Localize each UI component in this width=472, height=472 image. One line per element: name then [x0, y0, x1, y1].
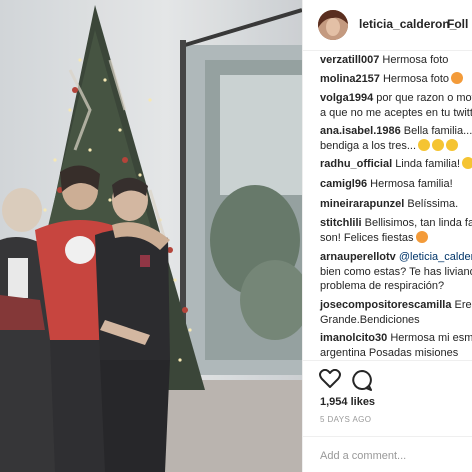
pensive-emoji-icon — [432, 138, 445, 151]
comment: verzatill007 Hermosa foto — [320, 53, 472, 68]
post-timestamp: 5 DAYS AGO — [320, 415, 372, 424]
follow-button[interactable]: Foll — [447, 17, 468, 31]
comment-text: Belíssima. — [407, 198, 459, 210]
kiss-emoji-icon — [415, 230, 428, 243]
comment-text: Linda familia! — [395, 158, 461, 170]
comment-text-continued: a que no me aceptes en tu twitt — [320, 106, 472, 119]
like-count[interactable]: 1,954 likes — [320, 396, 375, 408]
add-comment-field[interactable]: Add a comment... — [303, 436, 472, 472]
comment-text-continued: Grande.Bendiciones — [320, 313, 420, 326]
post-photo[interactable] — [0, 0, 302, 472]
comment-text-continued: bendiga a los tres... — [320, 139, 417, 152]
avatar[interactable] — [318, 10, 348, 40]
comment-text-continued: problema de respiración? — [320, 280, 445, 292]
comment-text: Hermosa mi esme — [390, 332, 472, 344]
avatar-image — [318, 10, 348, 40]
pensive-emoji-icon — [446, 138, 459, 151]
comment: camigl96 Hermosa familia! — [320, 177, 472, 192]
post-header: leticia_calderon_ Foll — [303, 0, 472, 51]
comment-icon[interactable] — [351, 369, 373, 391]
comment: ana.isabel.1986 Bella familia...di bendi… — [320, 124, 472, 153]
heart-outline-icon[interactable] — [319, 369, 341, 389]
comment-user[interactable]: verzatill007 — [320, 54, 379, 66]
pensive-emoji-icon — [418, 138, 431, 151]
comment-user[interactable]: volga1994 — [320, 92, 373, 104]
family-christmas-photo — [0, 0, 302, 472]
comment-text: Eres — [454, 299, 472, 311]
add-comment-placeholder: Add a comment... — [320, 450, 407, 462]
grin-emoji-icon — [462, 157, 472, 169]
heart-eyes-emoji-icon — [451, 72, 464, 84]
comment-text: Bellisimos, tan linda fam — [364, 217, 472, 229]
comment: radhu_official Linda familia! — [320, 157, 472, 172]
comment-user[interactable]: stitchlili — [320, 217, 362, 229]
comment-text: Hermosa foto — [382, 73, 450, 85]
comment-text-continued: bien como estas? Te has liviano — [320, 265, 472, 278]
username[interactable]: leticia_calderon_ — [359, 17, 456, 31]
comment-text: Hermosa familia! — [370, 178, 453, 190]
comment: imanolcito30 Hermosa mi esme argentina P… — [320, 331, 472, 360]
comment: stitchlili Bellisimos, tan linda fam son… — [320, 216, 472, 245]
post-sidebar: leticia_calderon_ Foll verzatill007 Herm… — [302, 0, 472, 472]
comment-text: Hermosa foto — [382, 54, 449, 66]
comment-text: por que razon o mot — [376, 92, 472, 104]
comment: volga1994 por que razon o mot a que no m… — [320, 91, 472, 120]
comment-user[interactable]: radhu_official — [320, 158, 392, 170]
comment-user[interactable]: imanolcito30 — [320, 332, 387, 344]
comment: josecompositorescamilla Eres Grande.Bend… — [320, 298, 472, 327]
comment-user[interactable]: mineirarapunzel — [320, 198, 404, 210]
comments-list: verzatill007 Hermosa foto molina2157 Her… — [303, 52, 472, 360]
comment-user[interactable]: arnauperellotv — [320, 251, 396, 263]
comment-user[interactable]: josecompositorescamilla — [320, 299, 451, 311]
comment-mention[interactable]: @leticia_calderon — [399, 251, 472, 263]
comment-user[interactable]: molina2157 — [320, 73, 380, 85]
comment: arnauperellotv @leticia_calderon bien co… — [320, 250, 472, 294]
comment-text-continued: argentina Posadas misiones — [320, 346, 459, 359]
post-actions: 1,954 likes 5 DAYS AGO Add a comment... — [303, 360, 472, 472]
comment-text-continued: son! Felices fiestas — [320, 231, 414, 244]
comment-user[interactable]: camigl96 — [320, 178, 367, 190]
comment-user[interactable]: ana.isabel.1986 — [320, 125, 401, 137]
comment: molina2157 Hermosa foto — [320, 72, 472, 87]
comment: mineirarapunzel Belíssima. — [320, 197, 472, 212]
comment-text: Bella familia...di — [403, 125, 472, 137]
